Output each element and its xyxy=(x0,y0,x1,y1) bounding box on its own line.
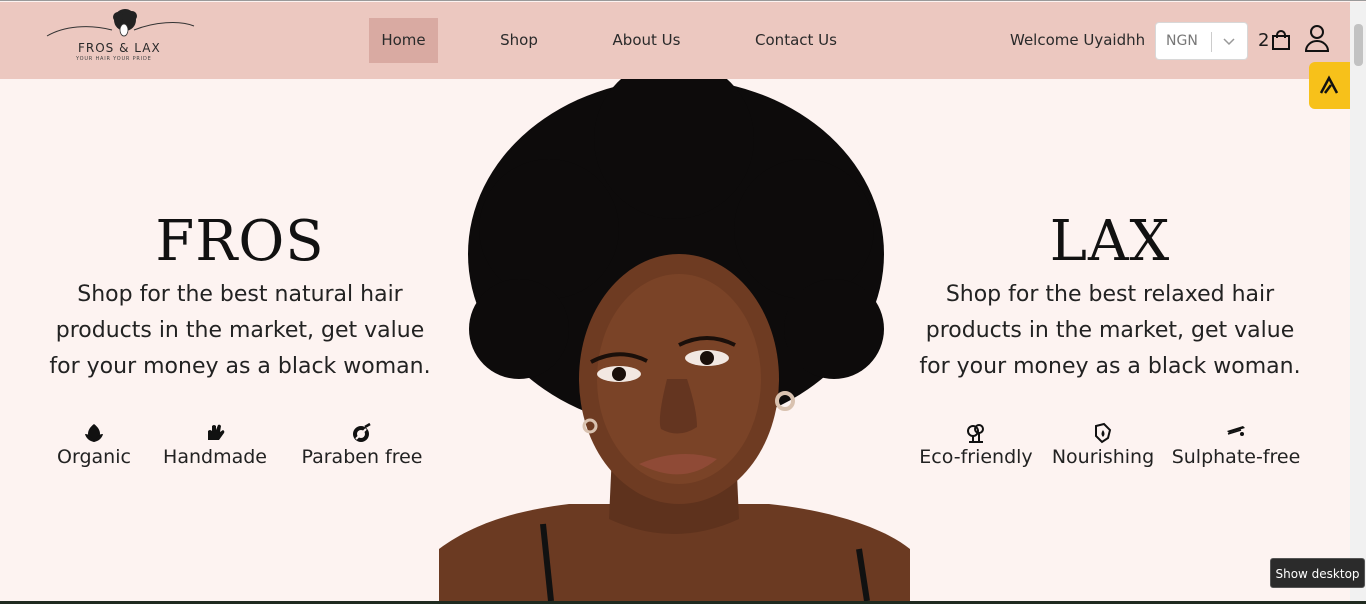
feature-label: Eco-friendly xyxy=(919,446,1033,468)
top-navbar: FROS & LAX YOUR HAIR YOUR PRIDE Home Sho… xyxy=(0,2,1350,79)
feature-paraben-free: Paraben free xyxy=(298,422,426,468)
feature-eco-friendly: Eco-friendly xyxy=(918,422,1034,468)
nav-link-home[interactable]: Home xyxy=(369,18,438,63)
floating-widget-button[interactable] xyxy=(1309,62,1350,109)
hand-icon xyxy=(208,424,225,440)
nav-link-about-us[interactable]: About Us xyxy=(599,18,694,63)
hero-portrait-image xyxy=(439,79,910,601)
shopping-bag-icon[interactable] xyxy=(1271,30,1291,50)
feature-label: Paraben free xyxy=(301,446,423,468)
logo-text: FROS & LAX xyxy=(78,41,161,55)
lax-desc-line-2: products in the market, get value xyxy=(925,318,1295,343)
welcome-message: Welcome Uyaidhh xyxy=(1010,31,1146,49)
droplet-hand-icon xyxy=(1095,422,1112,444)
nav-link-contact-us[interactable]: Contact Us xyxy=(743,18,849,63)
feature-label: Organic xyxy=(57,446,131,468)
feature-label: Sulphate-free xyxy=(1171,446,1301,468)
vertical-scrollbar[interactable] xyxy=(1350,2,1366,604)
fros-desc-line-3: for your money as a black woman. xyxy=(49,354,431,379)
feature-handmade: Handmade xyxy=(160,422,270,468)
feature-label: Handmade xyxy=(163,446,267,468)
extension-logo-icon xyxy=(1319,75,1339,94)
feature-organic: Organic xyxy=(54,422,134,468)
chevron-down-icon[interactable] xyxy=(1222,35,1236,49)
cart-count[interactable]: 2 xyxy=(1258,30,1269,51)
fros-title: FROS xyxy=(155,209,325,274)
currency-divider xyxy=(1211,32,1212,52)
flat-iron-icon xyxy=(1227,426,1245,436)
leaf-icon xyxy=(85,424,103,442)
lax-desc-line-3: for your money as a black woman. xyxy=(919,354,1301,379)
lax-description: Shop for the best relaxed hair products … xyxy=(900,277,1320,385)
page: FROS & LAX YOUR HAIR YOUR PRIDE Home Sho… xyxy=(0,0,1366,604)
feature-label: Nourishing xyxy=(1051,446,1155,468)
logo-tagline: YOUR HAIR YOUR PRIDE xyxy=(76,56,152,62)
feature-sulphate-free: Sulphate-free xyxy=(1170,422,1302,468)
scrollbar-thumb[interactable] xyxy=(1354,24,1363,66)
lax-title: LAX xyxy=(1049,209,1171,274)
lax-section: LAX Shop for the best relaxed hair produ… xyxy=(900,207,1320,385)
site-logo[interactable]: FROS & LAX YOUR HAIR YOUR PRIDE xyxy=(44,8,199,68)
currency-value: NGN xyxy=(1166,33,1198,49)
feature-nourishing: Nourishing xyxy=(1050,422,1156,468)
fros-description: Shop for the best natural hair products … xyxy=(30,277,450,385)
currency-select[interactable]: NGN xyxy=(1155,22,1248,60)
fros-desc-line-2: products in the market, get value xyxy=(55,318,425,343)
user-account-icon[interactable] xyxy=(1304,24,1330,52)
tree-icon xyxy=(967,424,984,443)
fros-section: FROS Shop for the best natural hair prod… xyxy=(30,207,450,385)
show-desktop-tooltip: Show desktop xyxy=(1270,558,1365,588)
nav-link-shop[interactable]: Shop xyxy=(487,18,551,63)
fros-desc-line-1: Shop for the best natural hair xyxy=(77,282,403,307)
no-chemical-icon xyxy=(353,422,371,442)
lax-desc-line-1: Shop for the best relaxed hair xyxy=(945,282,1275,307)
